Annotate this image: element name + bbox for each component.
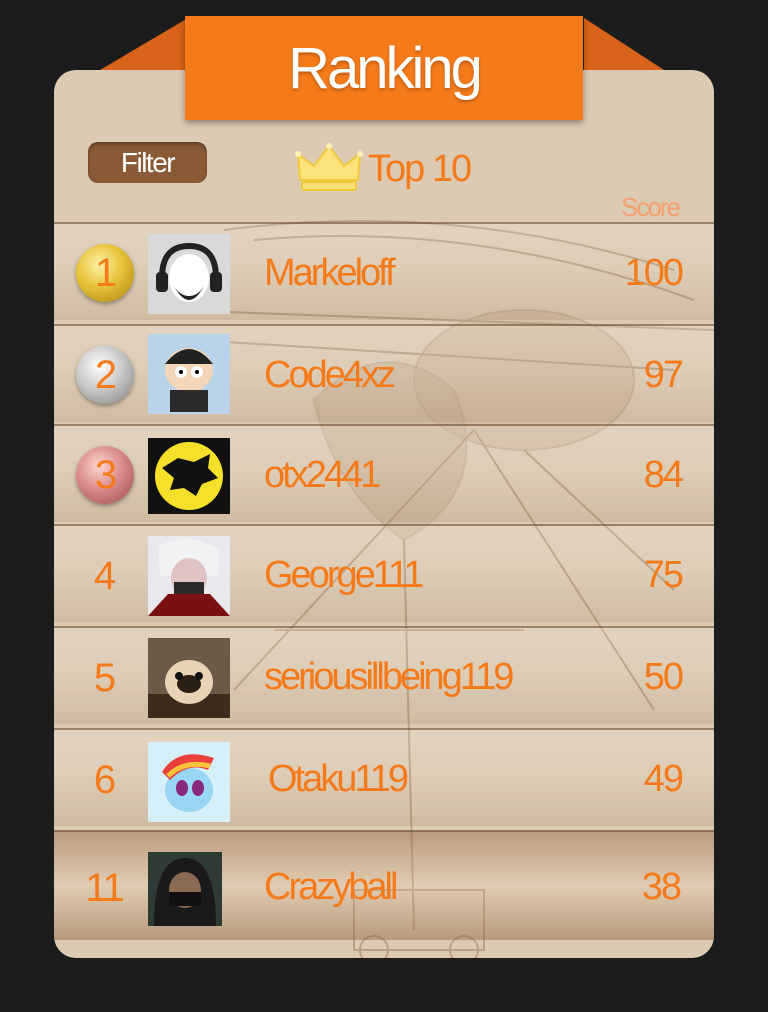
ranking-row[interactable]: 3 otx2441 84 xyxy=(54,424,714,522)
player-score: 97 xyxy=(643,354,684,396)
ranking-row[interactable]: 6 Otaku119 49 xyxy=(54,728,714,826)
player-name: Otaku119 xyxy=(268,758,409,800)
ribbon-tail-right xyxy=(584,18,664,70)
player-score: 75 xyxy=(643,554,684,596)
bronze-medal-icon: 3 xyxy=(76,446,134,504)
cartoon-kid-avatar xyxy=(148,334,230,414)
player-name: George111 xyxy=(264,554,425,596)
player-name: Markeloff xyxy=(264,252,396,294)
player-name: Crazyball xyxy=(264,866,398,908)
silver-medal-icon: 2 xyxy=(76,346,134,404)
rank-number: 2 xyxy=(94,352,117,397)
top-10-label: Top 10 xyxy=(368,148,472,190)
pug-avatar xyxy=(148,638,230,718)
pony-avatar xyxy=(148,742,230,822)
ranking-title-ribbon: Ranking xyxy=(185,16,583,120)
rank-number: 3 xyxy=(94,452,117,497)
ranking-row[interactable]: 1 Markeloff 100 xyxy=(54,222,714,320)
ranking-row[interactable]: 2 Code4xz 97 xyxy=(54,324,714,422)
player-name: otx2441 xyxy=(264,454,381,496)
player-score: 84 xyxy=(643,454,684,496)
headphones-avatar xyxy=(148,234,230,314)
player-name: Code4xz xyxy=(264,354,396,396)
rank-number: 11 xyxy=(85,866,125,910)
ranking-row[interactable]: 5 seriousillbeing119 50 xyxy=(54,626,714,724)
rank-number: 1 xyxy=(94,250,117,295)
player-score: 38 xyxy=(641,866,682,908)
wolf-logo-avatar xyxy=(148,438,230,514)
score-column-header: Score xyxy=(621,192,681,222)
ribbon-tail-left xyxy=(100,18,188,70)
crown-icon xyxy=(295,143,363,191)
rank-number: 6 xyxy=(93,758,116,802)
rank-number: 5 xyxy=(93,656,116,700)
hooded-avatar xyxy=(148,852,222,926)
rank-number: 4 xyxy=(93,554,116,598)
player-score: 49 xyxy=(643,758,684,800)
player-score: 100 xyxy=(624,252,684,294)
filter-button[interactable]: Filter xyxy=(88,142,207,183)
player-name: seriousillbeing119 xyxy=(264,656,514,698)
gold-medal-icon: 1 xyxy=(76,244,134,302)
filter-button-label: Filter xyxy=(120,146,176,178)
anime-mask-avatar xyxy=(148,536,230,616)
page-title: Ranking xyxy=(288,35,483,101)
player-score: 50 xyxy=(643,656,684,698)
current-user-row[interactable]: 11 Crazyball 38 xyxy=(54,830,714,940)
ranking-row[interactable]: 4 George111 75 xyxy=(54,524,714,622)
